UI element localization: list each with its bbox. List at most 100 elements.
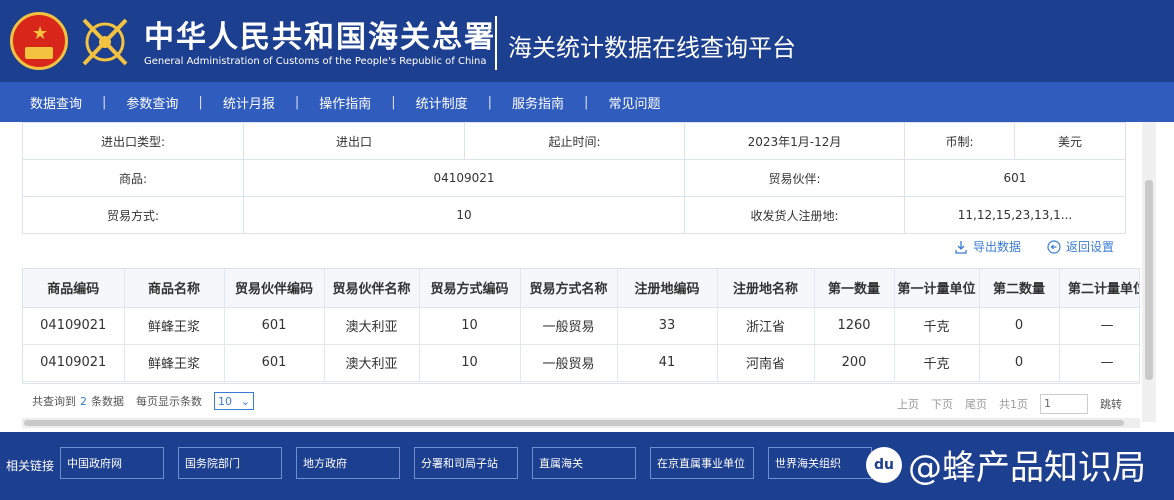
footer-link-wco[interactable]: 世界海关组织 xyxy=(768,447,872,479)
table-cell: 04109021 xyxy=(23,344,125,382)
site-title-en: General Administration of Customs of the… xyxy=(144,56,487,67)
vertical-scrollbar-thumb[interactable] xyxy=(1145,180,1153,380)
last-page-button[interactable]: 尾页 xyxy=(965,396,987,412)
table-row: 04109021 鲜蜂王浆 601 澳大利亚 10 一般贸易 41 河南省 20… xyxy=(23,344,1139,382)
nav-item-guide[interactable]: 操作指南 xyxy=(319,93,371,112)
nav-item-stat-system[interactable]: 统计制度 xyxy=(416,93,468,112)
column-header: 商品编码 xyxy=(23,269,125,308)
table-cell: 601 xyxy=(224,307,325,345)
info-value-currency: 美元 xyxy=(1014,122,1126,160)
table-cell: 41 xyxy=(617,344,718,382)
back-to-settings-button[interactable]: 返回设置 xyxy=(1047,238,1114,255)
site-footer: 相关链接 中国政府网 国务院部门 地方政府 分署和司局子站 直属海关 在京直属事… xyxy=(0,432,1174,500)
footer-link-local-gov[interactable]: 地方政府 xyxy=(296,447,400,479)
export-data-label: 导出数据 xyxy=(972,240,1021,254)
nav-item-monthly-report[interactable]: 统计月报 xyxy=(223,93,275,112)
table-cell: 1260 xyxy=(814,307,895,345)
column-header: 注册地名称 xyxy=(717,269,815,308)
table-cell: 澳大利亚 xyxy=(324,344,420,382)
column-header: 贸易伙伴编码 xyxy=(224,269,325,308)
watermark-text: @蜂产品知识局 xyxy=(908,448,1146,488)
horizontal-scrollbar[interactable] xyxy=(22,418,1140,428)
site-header: ★ 中华人民共和国海关总署 General Administration of … xyxy=(0,0,1174,82)
footer-link-customs[interactable]: 直属海关 xyxy=(532,447,636,479)
jump-button[interactable]: 跳转 xyxy=(1100,396,1122,412)
result-actions: 导出数据 返回设置 xyxy=(954,238,1114,255)
download-icon xyxy=(955,240,967,254)
info-value-registration: 11,12,15,23,13,1... xyxy=(904,196,1126,234)
horizontal-scrollbar-thumb[interactable] xyxy=(24,420,1124,426)
paw-logo-icon: du xyxy=(866,446,902,483)
total-count: 2 xyxy=(80,394,87,408)
customs-key-logo-icon xyxy=(82,18,128,66)
table-cell: 33 xyxy=(617,307,718,345)
page-size-value: 10 xyxy=(218,394,232,408)
platform-title: 海关统计数据在线查询平台 xyxy=(508,34,796,62)
related-links: 中国政府网 国务院部门 地方政府 分署和司局子站 直属海关 在京直属事业单位 世… xyxy=(60,447,872,479)
table-cell: 10 xyxy=(419,344,521,382)
nav-separator: | xyxy=(584,94,589,110)
table-header-row: 商品编码 商品名称 贸易伙伴编码 贸易伙伴名称 贸易方式编码 贸易方式名称 注册… xyxy=(23,269,1139,308)
footer-link-institutions[interactable]: 在京直属事业单位 xyxy=(650,447,754,479)
chevron-down-icon: ⌄ xyxy=(240,394,250,408)
info-value-trade-type: 进出口 xyxy=(243,122,465,160)
table-cell: 601 xyxy=(224,344,325,382)
table-cell: 浙江省 xyxy=(717,307,815,345)
export-data-button[interactable]: 导出数据 xyxy=(954,238,1021,255)
nav-item-service-guide[interactable]: 服务指南 xyxy=(512,93,564,112)
nav-separator: | xyxy=(391,94,396,110)
info-value-trade-mode: 10 xyxy=(243,196,685,234)
footer-link-state-council[interactable]: 国务院部门 xyxy=(178,447,282,479)
nav-separator: | xyxy=(487,94,493,110)
column-header: 第一数量 xyxy=(814,269,895,308)
info-label-registration: 收发货人注册地: xyxy=(684,196,905,234)
page-size-label: 每页显示条数 xyxy=(136,395,202,408)
table-row: 04109021 鲜蜂王浆 601 澳大利亚 10 一般贸易 33 浙江省 12… xyxy=(23,307,1139,345)
table-cell: 0 xyxy=(979,344,1060,382)
column-header: 第一计量单位 xyxy=(894,269,980,308)
page-size-select[interactable]: 10 ⌄ xyxy=(214,392,254,410)
column-header: 第二数量 xyxy=(979,269,1060,308)
table-cell: 河南省 xyxy=(717,344,815,382)
total-prefix: 共查询到 xyxy=(32,395,76,408)
info-value-period: 2023年1月-12月 xyxy=(684,122,905,160)
watermark: du @蜂产品知识局 xyxy=(866,440,1146,489)
nav-item-data-query[interactable]: 数据查询 xyxy=(30,93,82,112)
content-area: 进出口类型: 进出口 起止时间: 2023年1月-12月 币制: 美元 商品: … xyxy=(0,122,1174,432)
back-arrow-icon xyxy=(1047,239,1061,254)
vertical-scrollbar[interactable] xyxy=(1142,122,1156,422)
table-cell: 千克 xyxy=(894,344,980,382)
table-cell: 04109021 xyxy=(23,307,125,345)
nav-separator: | xyxy=(198,94,203,110)
nav-item-param-query[interactable]: 参数查询 xyxy=(126,93,178,112)
info-label-commodity: 商品: xyxy=(22,159,244,197)
total-pages: 共1页 xyxy=(999,398,1028,411)
table-cell: 0 xyxy=(979,307,1060,345)
back-to-settings-label: 返回设置 xyxy=(1065,240,1114,254)
footer-link-gov[interactable]: 中国政府网 xyxy=(60,447,164,479)
prev-page-button[interactable]: 上页 xyxy=(897,396,919,412)
column-header: 贸易伙伴名称 xyxy=(324,269,420,308)
table-cell: — xyxy=(1059,307,1139,345)
site-title-cn: 中华人民共和国海关总署 xyxy=(144,20,496,55)
page-number-input[interactable]: 1 xyxy=(1040,394,1088,414)
info-label-period: 起止时间: xyxy=(464,122,685,160)
main-nav: 数据查询 | 参数查询 | 统计月报 | 操作指南 | 统计制度 | 服务指南 … xyxy=(0,82,1174,122)
footer-link-branches[interactable]: 分署和司局子站 xyxy=(414,447,518,479)
national-emblem-icon: ★ xyxy=(10,12,68,70)
table-cell: 澳大利亚 xyxy=(324,307,420,345)
next-page-button[interactable]: 下页 xyxy=(931,396,953,412)
column-header: 贸易方式名称 xyxy=(520,269,618,308)
column-header: 商品名称 xyxy=(124,269,225,308)
info-value-partner: 601 xyxy=(904,159,1126,197)
total-suffix: 条数据 xyxy=(91,395,124,408)
nav-item-faq[interactable]: 常见问题 xyxy=(608,93,660,112)
column-header: 第二计量单位 xyxy=(1059,269,1139,308)
query-info-table: 进出口类型: 进出口 起止时间: 2023年1月-12月 币制: 美元 商品: … xyxy=(22,122,1126,234)
title-divider xyxy=(495,16,497,70)
table-cell: 200 xyxy=(814,344,895,382)
results-table-container: 商品编码 商品名称 贸易伙伴编码 贸易伙伴名称 贸易方式编码 贸易方式名称 注册… xyxy=(22,268,1140,384)
info-label-partner: 贸易伙伴: xyxy=(684,159,905,197)
pager-summary: 共查询到 2 条数据 每页显示条数 10 ⌄ xyxy=(32,392,254,410)
related-links-label: 相关链接 xyxy=(6,459,55,473)
